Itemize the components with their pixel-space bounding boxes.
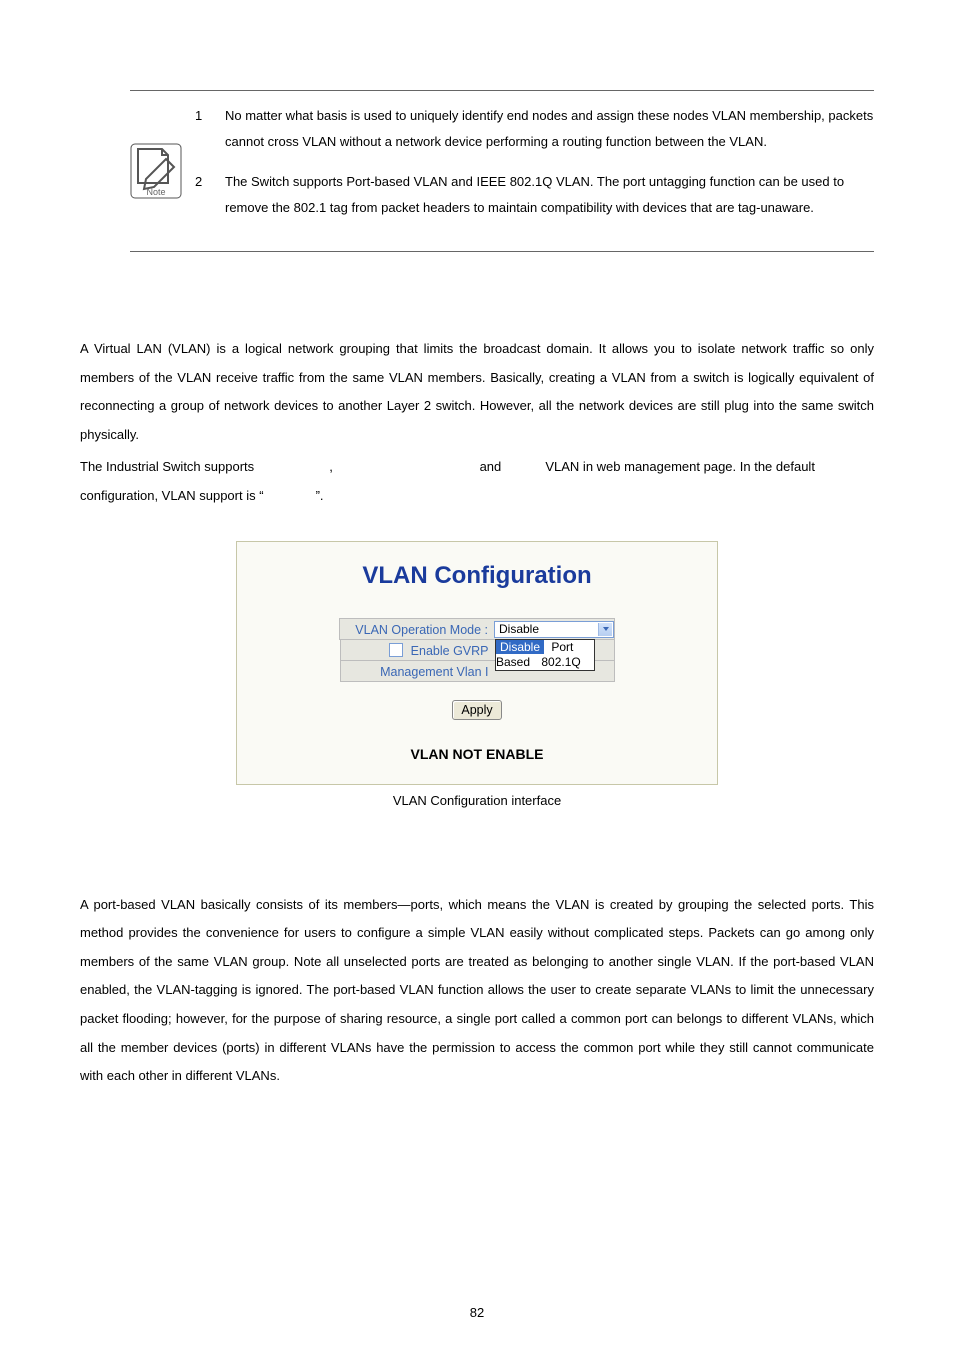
- note-text: No matter what basis is used to uniquely…: [225, 103, 874, 155]
- note-number: 1: [195, 103, 225, 155]
- note-text: The Switch supports Port-based VLAN and …: [225, 169, 874, 221]
- paragraph-port-based: A port-based VLAN basically consists of …: [80, 891, 874, 1091]
- chevron-down-icon[interactable]: [598, 623, 612, 636]
- vlan-config-panel: VLAN Configuration VLAN Operation Mode :…: [236, 541, 718, 785]
- figure-caption: VLAN Configuration interface: [80, 793, 874, 808]
- page-number: 82: [0, 1305, 954, 1320]
- text-sep: ,: [329, 459, 336, 474]
- paragraph-vlan-modes: The Industrial Switch supports Port-base…: [80, 453, 874, 510]
- option-8021q[interactable]: 802.1Q: [537, 655, 584, 669]
- apply-row: Apply: [237, 700, 717, 720]
- note-block: Note 1 No matter what basis is used to u…: [130, 90, 874, 252]
- note-label: Note: [146, 187, 165, 197]
- text-8021q: 802.1Q (tagged-based): [337, 459, 476, 474]
- text-fragment: ”.: [316, 488, 324, 503]
- label-management-vlan: Management Vlan I: [340, 660, 495, 682]
- note-list: 1 No matter what basis is used to unique…: [185, 103, 874, 235]
- row-enable-gvrp: Enable GVRP: [237, 639, 717, 661]
- section-heading-port-based: 5.13.1 Port-based VLAN: [80, 858, 874, 873]
- note-icon: Note: [130, 143, 182, 199]
- row-operation-mode: VLAN Operation Mode : Disable Disable Po…: [237, 618, 717, 640]
- label-text: Enable GVRP: [411, 644, 489, 658]
- label-enable-gvrp: Enable GVRP: [340, 639, 495, 661]
- figure-vlan-config: VLAN Configuration VLAN Operation Mode :…: [80, 541, 874, 785]
- row-management-vlan: Management Vlan I: [237, 660, 717, 682]
- checkbox-enable-gvrp[interactable]: [389, 643, 403, 657]
- select-value: Disable: [499, 622, 539, 636]
- text-sep: and: [480, 459, 505, 474]
- text-port-based: Port-based: [258, 459, 326, 474]
- text-gvrp: GVRP: [505, 459, 542, 474]
- note-item: 2 The Switch supports Port-based VLAN an…: [195, 169, 874, 221]
- text-disable: disable: [267, 488, 312, 503]
- note-number: 2: [195, 169, 225, 221]
- label-operation-mode: VLAN Operation Mode :: [339, 618, 494, 640]
- cell-operation-mode: Disable Disable Port Based 802.1Q: [494, 618, 615, 640]
- vlan-not-enable-text: VLAN NOT ENABLE: [237, 746, 717, 762]
- note-icon-container: Note: [130, 143, 185, 235]
- note-item: 1 No matter what basis is used to unique…: [195, 103, 874, 155]
- dropdown-options: Disable Port Based 802.1Q: [495, 639, 595, 671]
- select-operation-mode[interactable]: Disable Disable Port Based 802.1Q: [494, 621, 614, 638]
- option-disable[interactable]: Disable: [496, 640, 544, 654]
- section-heading-vlan-config: 5.13 VLAN configuration: [80, 302, 874, 317]
- panel-title: VLAN Configuration: [237, 562, 717, 590]
- apply-button[interactable]: Apply: [452, 700, 501, 720]
- text-fragment: The Industrial Switch supports: [80, 459, 258, 474]
- paragraph-vlan-intro: A Virtual LAN (VLAN) is a logical networ…: [80, 335, 874, 449]
